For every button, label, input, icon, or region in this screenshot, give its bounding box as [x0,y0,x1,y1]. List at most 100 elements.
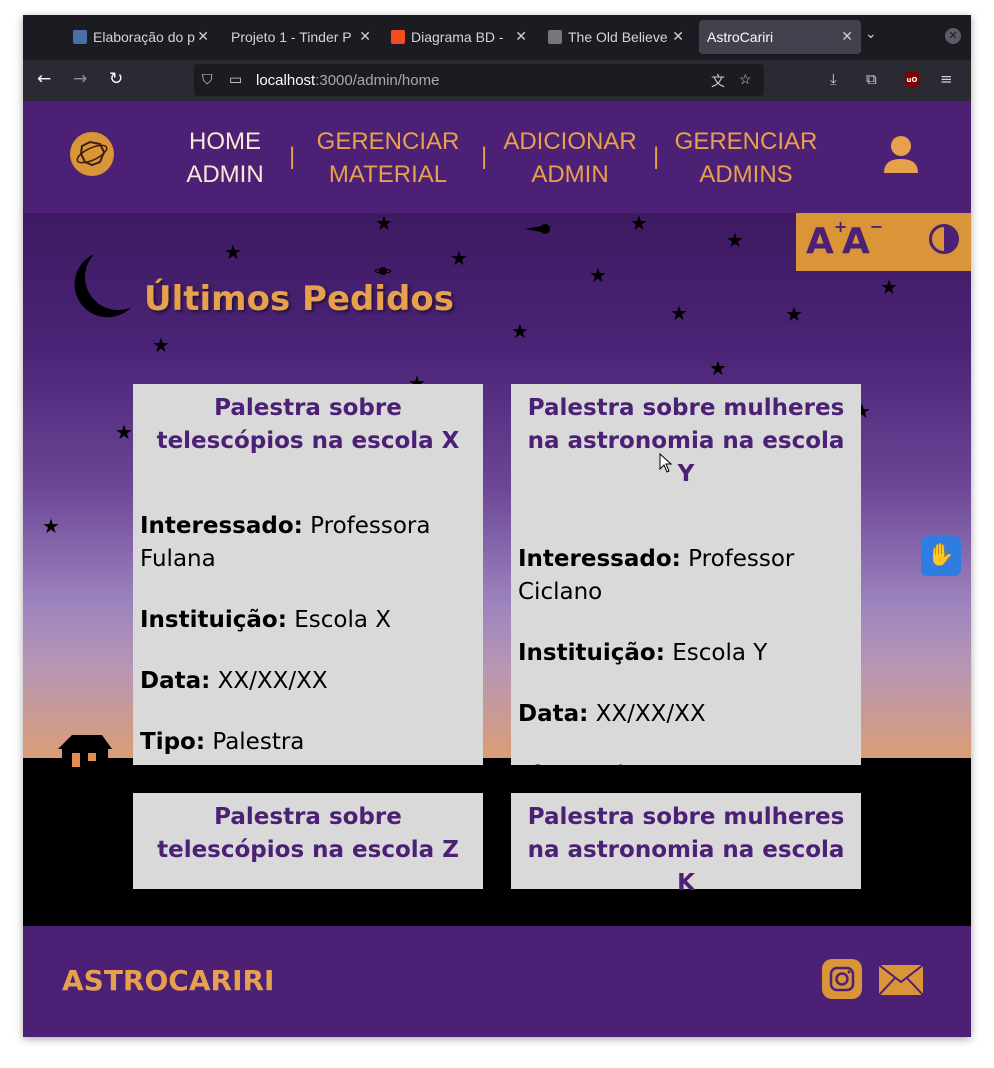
request-card[interactable]: Palestra sobre telescópios na escola Z [133,793,483,889]
bookmark-star-icon[interactable]: ☆ [739,71,752,88]
field-value: XX/XX/XX [595,701,706,727]
star-icon: ★ [589,263,607,287]
contrast-toggle-icon[interactable] [929,224,959,254]
close-tab-icon[interactable]: ✕ [515,28,527,45]
forward-icon[interactable]: → [73,69,87,89]
translate-icon[interactable]: 文 [711,71,725,91]
url-host: localhost [256,72,316,89]
back-icon[interactable]: ← [37,69,51,89]
field-value: Palestra [590,762,683,788]
star-icon: ★ [726,228,744,252]
download-icon[interactable]: ⤓ [830,70,837,88]
trello-icon [73,30,87,44]
decrease-font-glyph: A [842,221,870,262]
request-card[interactable]: Palestra sobre mulheres na astronomia na… [511,384,861,788]
window-close-icon[interactable]: ✕ [945,28,961,44]
card-interessado: Interessado: Professor Ciclano [518,543,854,609]
menu-icon[interactable]: ≡ [940,70,953,88]
close-tab-icon[interactable]: ✕ [359,28,371,45]
nav-separator: | [653,143,660,170]
url-text[interactable]: localhost:3000/admin/home [256,72,439,89]
card-data: Data: XX/XX/XX [140,665,476,698]
nav-label: ADICIONAR [503,128,637,155]
card-spacer [518,670,854,698]
tab-diagrama[interactable]: Diagrama BD - ✕ [385,20,535,54]
instagram-icon[interactable] [822,959,862,999]
field-value: Escola X [294,607,392,633]
field-label: Instituição: [140,607,287,633]
nav-separator: | [289,143,296,170]
field-label: Interessado: [518,546,681,572]
accessibility-panel: A+ A− [796,213,971,271]
card-spacer [518,491,854,543]
star-icon: ★ [709,356,727,380]
nav-label: GERENCIAR [316,128,460,155]
page-info-icon[interactable]: ▭ [229,71,242,88]
tab-elaboracao[interactable]: Elaboração do p ✕ [67,20,217,54]
ublock-icon[interactable]: uO [905,72,919,88]
field-label: Tipo: [140,729,206,755]
url-path: :3000/admin/home [315,72,440,89]
card-spacer [140,458,476,510]
nav-separator: | [481,143,488,170]
reload-icon[interactable]: ↻ [109,69,123,89]
close-tab-icon[interactable]: ✕ [197,28,209,45]
mail-icon[interactable] [878,964,924,996]
astrocariri-logo[interactable] [70,132,114,176]
house-icon [58,735,112,767]
tab-old-believe[interactable]: The Old Believe ✕ [542,20,692,54]
page-icon [548,30,562,44]
star-icon: ★ [152,333,170,357]
tab-astrocariri[interactable]: AstroCariri ✕ [699,20,861,54]
card-spacer [140,637,476,665]
increase-font-glyph: A [806,221,834,262]
nav-label: MATERIAL [328,161,448,188]
tab-bar: Elaboração do p ✕ Projeto 1 - Tinder P ✕… [23,15,971,60]
close-tab-icon[interactable]: ✕ [672,28,684,45]
card-interessado: Interessado: Professora Fulana [140,510,476,576]
site-header: HOME ADMIN | GERENCIAR MATERIAL | ADICIO… [23,101,971,213]
field-label: Tipo: [518,762,584,788]
browser-window: Elaboração do p ✕ Projeto 1 - Tinder P ✕… [23,15,971,1037]
list-tabs-icon[interactable]: ⌄ [865,26,877,42]
nav-home-admin[interactable]: HOME ADMIN [173,125,277,191]
tab-label: Elaboração do p [93,29,195,45]
vlibras-hand-icon[interactable]: ✋ [921,536,961,576]
card-data: Data: XX/XX/XX [518,698,854,731]
nav-label: ADMIN [186,161,264,188]
card-spacer [140,698,476,726]
request-card[interactable]: Palestra sobre mulheres na astronomia na… [511,793,861,896]
star-icon: ★ [511,319,529,343]
decrease-font-button[interactable]: A− [842,217,883,262]
page: HOME ADMIN | GERENCIAR MATERIAL | ADICIO… [23,101,971,1037]
card-spacer [518,609,854,637]
nav-gerenciar-admins[interactable]: GERENCIAR ADMINS [671,125,821,191]
nav-gerenciar-material[interactable]: GERENCIAR MATERIAL [313,125,463,191]
star-icon: ★ [880,275,898,299]
card-spacer [518,731,854,759]
card-title: Palestra sobre telescópios na escola X [156,395,460,454]
shield-icon[interactable]: ⛉ [202,71,213,88]
field-label: Instituição: [518,640,665,666]
request-card[interactable]: Palestra sobre telescópios na escola X I… [133,384,483,765]
comet-icon [525,224,550,234]
extensions-icon[interactable]: ⧉ [866,70,877,88]
url-bar[interactable]: ⛉ ▭ localhost:3000/admin/home 文 ☆ [194,64,764,96]
page-title: Últimos Pedidos [144,279,454,319]
field-value: Escola Y [672,640,768,666]
close-tab-icon[interactable]: ✕ [841,28,853,45]
user-icon[interactable] [883,135,919,175]
field-label: Data: [518,701,589,727]
starry-sky-background: ★ ★ ★ ★ ★ ★ ★ ★ ★ ★ ★ ★ ★ ★ ★ ★ A+ A− Úl… [23,213,971,926]
tab-label: Projeto 1 - Tinder P [231,29,352,45]
decrease-sign: − [869,217,884,236]
field-label: Data: [140,668,211,694]
card-tipo: Tipo: Palestra [518,759,854,792]
footer-brand: ASTROCARIRI [62,964,275,997]
card-instituicao: Instituição: Escola X [140,604,476,637]
star-icon: ★ [224,240,242,264]
nav-label: ADMINS [699,161,793,188]
nav-adicionar-admin[interactable]: ADICIONAR ADMIN [496,125,644,191]
card-title: Palestra sobre mulheres na astronomia na… [527,804,845,896]
tab-projeto[interactable]: Projeto 1 - Tinder P ✕ [225,20,379,54]
